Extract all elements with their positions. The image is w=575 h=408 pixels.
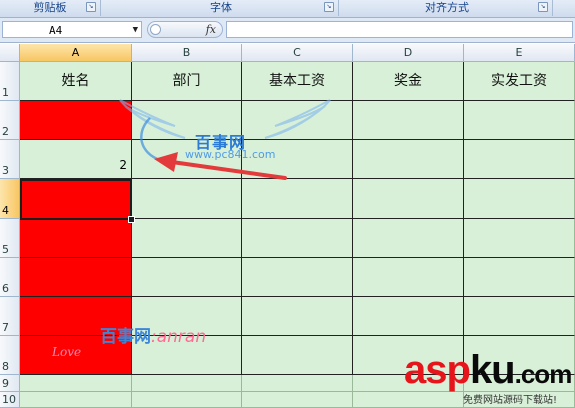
cell-b4[interactable] xyxy=(132,179,242,219)
cell-e5[interactable] xyxy=(464,219,575,258)
row-header-3[interactable]: 3 xyxy=(0,140,20,179)
row-header-5[interactable]: 5 xyxy=(0,219,20,258)
cell-e6[interactable] xyxy=(464,258,575,297)
row-header-9[interactable]: 9 xyxy=(0,375,20,392)
watermark-love-text: Love xyxy=(52,345,82,359)
cell-b6[interactable] xyxy=(132,258,242,297)
aspku-tagline: 免费网站源码下载站! xyxy=(463,395,558,406)
name-box-value: A4 xyxy=(49,24,63,37)
cell-e2[interactable] xyxy=(464,101,575,140)
cell-d3[interactable] xyxy=(353,140,464,179)
dialog-launcher-icon[interactable]: ↘ xyxy=(538,2,548,12)
cell-c9[interactable] xyxy=(242,375,353,392)
cell-d6[interactable] xyxy=(353,258,464,297)
column-header-b[interactable]: B xyxy=(132,44,242,62)
formula-input[interactable] xyxy=(226,21,573,38)
insert-function-area: fx xyxy=(147,21,223,38)
row-header-1[interactable]: 1 xyxy=(0,62,20,101)
active-cell-outline xyxy=(20,179,132,220)
cell-d10[interactable] xyxy=(353,392,464,408)
cell-c7[interactable] xyxy=(242,297,353,336)
formula-bar: A4 ▼ fx xyxy=(0,18,575,43)
cell-b5[interactable] xyxy=(132,219,242,258)
column-header-a[interactable]: A xyxy=(20,44,132,62)
cell-b1[interactable]: 部门 xyxy=(132,62,242,101)
cell-e3[interactable] xyxy=(464,140,575,179)
cell-c4[interactable] xyxy=(242,179,353,219)
ribbon-group-clipboard: 剪贴板 ↘ xyxy=(0,0,101,16)
row-header-8[interactable]: 8 xyxy=(0,336,20,375)
cell-d7[interactable] xyxy=(353,297,464,336)
aspku-logo: aspku.com xyxy=(404,348,572,392)
cell-a6[interactable] xyxy=(20,258,132,297)
row-header-2[interactable]: 2 xyxy=(0,101,20,140)
cell-a10[interactable] xyxy=(20,392,132,408)
cell-c10[interactable] xyxy=(242,392,353,408)
ribbon-group-label: 剪贴板 xyxy=(33,1,67,14)
cell-e7[interactable] xyxy=(464,297,575,336)
dialog-launcher-icon[interactable]: ↘ xyxy=(324,2,334,12)
watermark-bottom-brand: 百事网:anran xyxy=(100,327,207,347)
ribbon-group-alignment: 对齐方式 ↘ xyxy=(342,0,553,16)
cell-b10[interactable] xyxy=(132,392,242,408)
expand-handle-icon[interactable] xyxy=(150,24,161,35)
ribbon-group-font: 字体 ↘ xyxy=(104,0,339,16)
cell-c5[interactable] xyxy=(242,219,353,258)
row-header-7[interactable]: 7 xyxy=(0,297,20,336)
ribbon-group-label: 字体 xyxy=(210,1,232,14)
column-header-c[interactable]: C xyxy=(242,44,353,62)
cell-c6[interactable] xyxy=(242,258,353,297)
ribbon-group-label: 对齐方式 xyxy=(425,1,469,14)
row-header-10[interactable]: 10 xyxy=(0,392,20,408)
column-header-d[interactable]: D xyxy=(353,44,464,62)
name-box[interactable]: A4 ▼ xyxy=(2,21,142,38)
cell-c8[interactable] xyxy=(242,336,353,375)
cell-a5[interactable] xyxy=(20,219,132,258)
ribbon: 剪贴板 ↘ 字体 ↘ 对齐方式 ↘ xyxy=(0,0,575,18)
cell-d4[interactable] xyxy=(353,179,464,219)
fx-icon[interactable]: fx xyxy=(206,22,216,37)
cell-d1[interactable]: 奖金 xyxy=(353,62,464,101)
cell-b9[interactable] xyxy=(132,375,242,392)
annotation-arrow-icon xyxy=(154,152,287,180)
cell-d2[interactable] xyxy=(353,101,464,140)
cell-d5[interactable] xyxy=(353,219,464,258)
row-header-6[interactable]: 6 xyxy=(0,258,20,297)
fill-handle[interactable] xyxy=(128,216,135,223)
cell-a1[interactable]: 姓名 xyxy=(20,62,132,101)
select-all-corner[interactable] xyxy=(0,44,20,62)
cell-c1[interactable]: 基本工资 xyxy=(242,62,353,101)
cell-a9[interactable] xyxy=(20,375,132,392)
chevron-down-icon[interactable]: ▼ xyxy=(133,22,138,39)
row-header-4[interactable]: 4 xyxy=(0,179,20,219)
dialog-launcher-icon[interactable]: ↘ xyxy=(86,2,96,12)
cell-e1[interactable]: 实发工资 xyxy=(464,62,575,101)
column-header-e[interactable]: E xyxy=(464,44,575,62)
cell-e4[interactable] xyxy=(464,179,575,219)
